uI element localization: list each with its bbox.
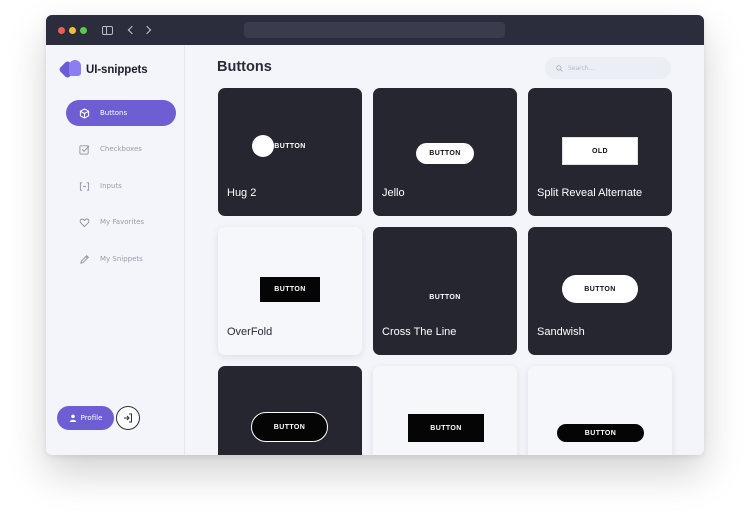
snippet-card-cross-the-line[interactable]: BUTTON Cross The Line <box>373 227 517 355</box>
main-content: Buttons BUTTON Hug 2 BUTTON Jello OLD Sp… <box>186 45 704 455</box>
forward-arrow-icon[interactable] <box>141 23 155 37</box>
snippet-card-overfold[interactable]: BUTTON OverFold <box>218 227 362 355</box>
sidebar-item-checkboxes[interactable]: Checkboxes <box>66 136 176 162</box>
demo-button[interactable]: BUTTON <box>251 412 328 442</box>
demo-button[interactable]: BUTTON <box>557 424 644 442</box>
demo-button[interactable]: BUTTON <box>270 137 310 155</box>
sidebar-item-label: Buttons <box>100 109 128 117</box>
snippet-card-sandwish[interactable]: BUTTON Sandwish <box>528 227 672 355</box>
logout-icon <box>124 413 132 423</box>
page-title: Buttons <box>217 59 272 75</box>
sidebar-item-inputs[interactable]: Inputs <box>66 173 176 199</box>
address-bar[interactable] <box>244 22 505 38</box>
snippet-card-hug-2[interactable]: BUTTON Hug 2 <box>218 88 362 216</box>
sidebar: UI-snippets Buttons Checkboxes Inputs My… <box>46 45 185 455</box>
checkbox-icon <box>78 143 90 155</box>
card-title: Sandwish <box>537 326 585 338</box>
search-icon <box>556 64 563 72</box>
heart-icon <box>78 216 90 228</box>
card-title: OverFold <box>227 326 273 338</box>
card-title: Hug 2 <box>227 187 257 199</box>
demo-button[interactable]: BUTTON <box>260 277 320 302</box>
sidebar-item-buttons[interactable]: Buttons <box>66 100 176 126</box>
sidebar-item-label: My Favorites <box>100 218 145 226</box>
demo-button[interactable]: BUTTON <box>408 414 484 442</box>
back-arrow-icon[interactable] <box>123 23 137 37</box>
snippet-card-split-reveal-alternate[interactable]: OLD Split Reveal Alternate <box>528 88 672 216</box>
demo-button[interactable]: BUTTON <box>416 143 474 164</box>
search-input[interactable] <box>568 64 658 72</box>
app-window: UI-snippets Buttons Checkboxes Inputs My… <box>46 15 704 455</box>
user-icon <box>69 414 76 422</box>
snippet-card-outline-pill[interactable]: BUTTON <box>218 366 362 455</box>
maximize-window-button[interactable] <box>80 27 87 34</box>
card-title: Cross The Line <box>382 326 457 338</box>
profile-button[interactable]: Profile <box>57 406 114 430</box>
title-bar <box>46 15 704 45</box>
logo-text: UI-snippets <box>86 64 148 76</box>
snippet-card-black-pill[interactable]: BUTTON <box>528 366 672 455</box>
cube-icon <box>78 107 90 119</box>
logout-button[interactable] <box>116 406 140 430</box>
sidebar-item-label: Checkboxes <box>100 145 142 153</box>
logo-icon <box>58 60 83 80</box>
sidebar-item-label: Inputs <box>100 182 122 190</box>
sidebar-item-my-snippets[interactable]: My Snippets <box>66 246 176 272</box>
close-window-button[interactable] <box>58 27 65 34</box>
profile-label: Profile <box>80 414 103 422</box>
app-logo[interactable]: UI-snippets <box>58 60 148 80</box>
sidebar-item-label: My Snippets <box>100 255 143 263</box>
search-box[interactable] <box>545 57 671 79</box>
demo-button[interactable]: BUTTON <box>415 289 475 305</box>
card-title: Split Reveal Alternate <box>537 187 643 199</box>
sidebar-toggle-icon[interactable] <box>100 23 114 37</box>
pencil-icon <box>78 253 90 265</box>
input-brackets-icon <box>78 180 90 192</box>
card-title: Jello <box>382 187 405 199</box>
demo-button[interactable]: BUTTON <box>562 275 638 303</box>
demo-button[interactable]: OLD <box>562 137 638 165</box>
minimize-window-button[interactable] <box>69 27 76 34</box>
snippet-card-jello[interactable]: BUTTON Jello <box>373 88 517 216</box>
sidebar-item-my-favorites[interactable]: My Favorites <box>66 209 176 235</box>
snippet-card-black-box[interactable]: BUTTON <box>373 366 517 455</box>
